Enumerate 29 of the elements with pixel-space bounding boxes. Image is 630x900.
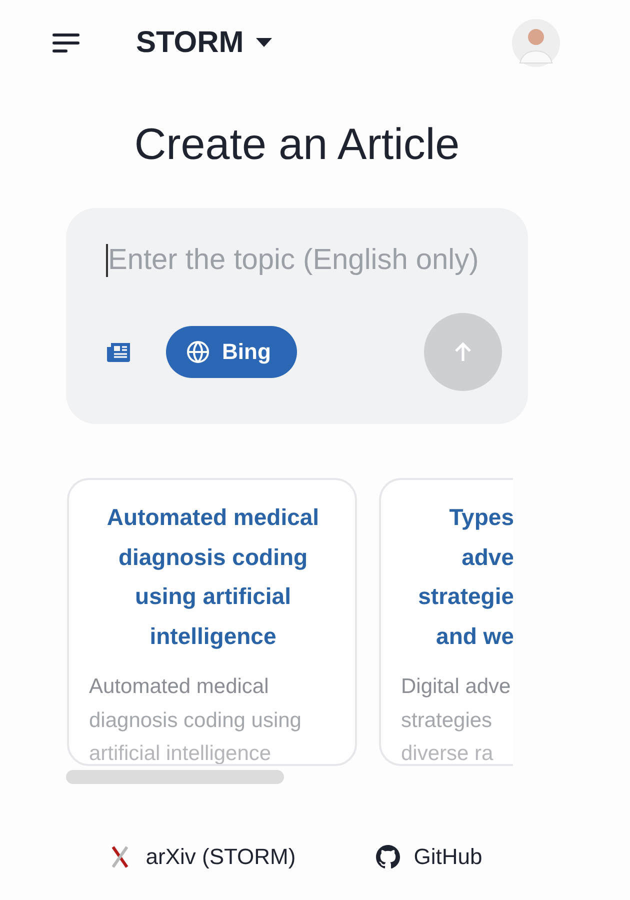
card-title-line: and we (435, 622, 513, 650)
card-title-line: Automated medical (106, 503, 320, 532)
article-card[interactable]: Automated medical diagnosis coding using artificial intelligence Automated medical diagnosis coding using artificial intelligence (67, 478, 357, 766)
card-title-line: diagnosis coding (117, 542, 309, 572)
card-summary-line: diagnosis coding using (89, 708, 302, 734)
github-icon (376, 845, 400, 869)
scrollbar-thumb[interactable] (66, 770, 284, 784)
card-summary-line: Automated medical (89, 674, 270, 700)
brand-dropdown[interactable]: STORM (136, 26, 272, 60)
card-title-line: Types (448, 503, 513, 532)
article-card[interactable]: Types adve strategie and we Digital adve strategies diverse ra (379, 478, 513, 766)
card-summary-line: artificial intelligence (89, 741, 272, 764)
newspaper-icon[interactable] (106, 340, 132, 364)
page-heading: Create an Article (133, 120, 461, 170)
footer-link[interactable]: GitHub (376, 844, 482, 870)
footer-link[interactable]: arXiv (STORM) (108, 844, 296, 870)
card-title-line: strategie (417, 582, 513, 611)
card-title-line: adve (460, 542, 513, 572)
card-title-line: intelligence (148, 622, 278, 651)
globe-icon (186, 340, 210, 364)
avatar[interactable] (512, 19, 560, 67)
card-summary-line: diverse ra (401, 741, 494, 764)
menu-icon[interactable] (52, 32, 80, 54)
search-engine-button[interactable]: Bing (166, 326, 297, 378)
card-title-line: using artificial (134, 582, 292, 611)
card-summary-line: Digital adve (401, 674, 512, 700)
caret-icon (256, 38, 272, 48)
topic-input[interactable]: Enter the topic (English only) (106, 244, 498, 277)
card-summary-line: strategies (401, 708, 494, 734)
